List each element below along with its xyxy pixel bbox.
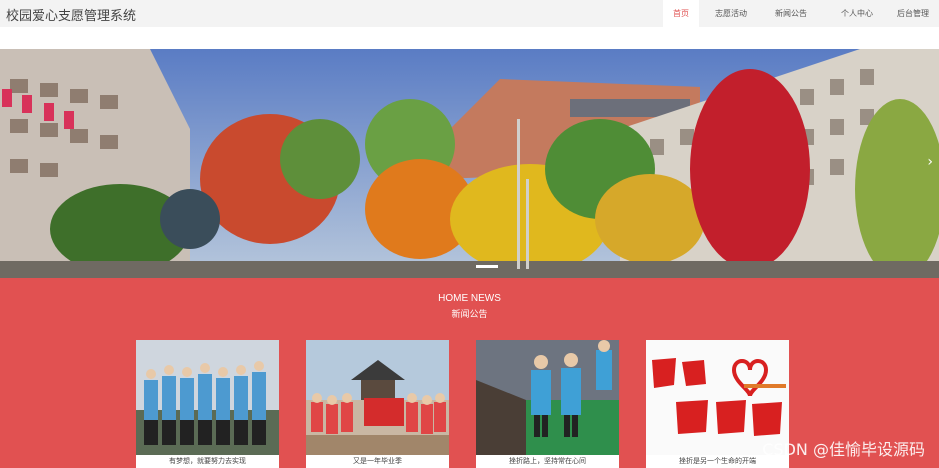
carousel-indicator[interactable] (476, 265, 498, 268)
news-card[interactable]: 有梦想，就要努力去实现 (136, 340, 279, 468)
news-card[interactable]: 又是一年毕业季 (306, 340, 449, 468)
watermark-text: CSDN @佳愉毕设源码 (762, 440, 925, 459)
news-thumbnail[interactable] (136, 340, 279, 455)
news-card-caption[interactable]: 又是一年毕业季 (306, 455, 449, 468)
nav-item-volunteer-activities[interactable]: 志愿活动 (705, 0, 757, 27)
site-title[interactable]: 校园爱心支愿管理系统 (6, 5, 136, 24)
news-card-caption[interactable]: 挫折路上，坚持常在心间 (476, 455, 619, 468)
chevron-right-icon[interactable]: › (927, 154, 933, 170)
news-title-cn: 新闻公告 (451, 310, 488, 320)
news-section: HOME NEWS 新闻公告 有梦想，就要努力去实现 又是一年毕业季 挫折路上，… (0, 278, 939, 468)
nav-item-admin[interactable]: 后台管理 (887, 0, 939, 27)
banner-image (0, 49, 939, 278)
top-navbar: 校园爱心支愿管理系统 首页 志愿活动 新闻公告 个人中心 后台管理 (0, 0, 939, 27)
nav-item-home[interactable]: 首页 (663, 0, 699, 27)
news-thumbnail[interactable] (476, 340, 619, 455)
news-thumbnail[interactable] (306, 340, 449, 455)
news-card-caption[interactable]: 有梦想，就要努力去实现 (136, 455, 279, 468)
news-title-en: HOME NEWS (438, 293, 501, 304)
main-nav: 首页 志愿活动 新闻公告 个人中心 后台管理 (663, 0, 939, 27)
news-card[interactable]: 挫折路上，坚持常在心间 (476, 340, 619, 468)
nav-item-user-center[interactable]: 个人中心 (831, 0, 883, 27)
banner-carousel[interactable]: › (0, 49, 939, 278)
nav-item-news[interactable]: 新闻公告 (765, 0, 817, 27)
